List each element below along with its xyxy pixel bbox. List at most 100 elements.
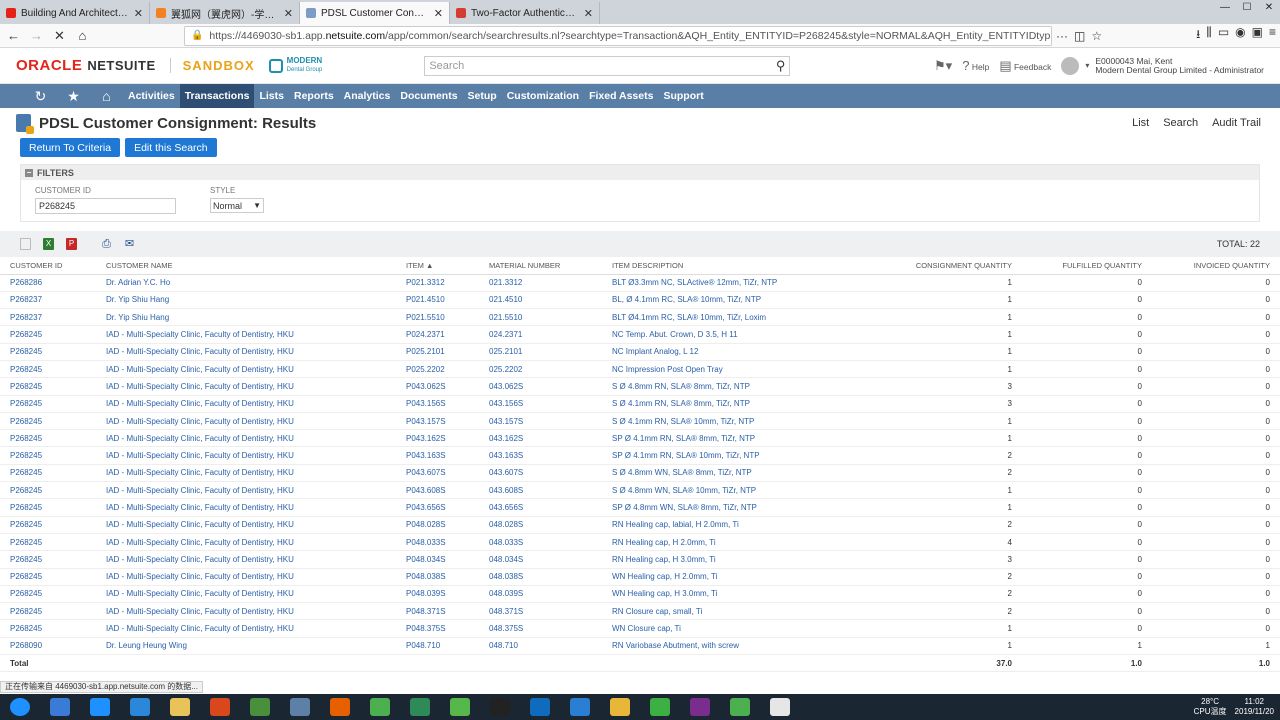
table-row[interactable]: P268245 IAD - Multi-Specialty Clinic, Fac… [0, 533, 1280, 552]
table-cell[interactable]: P268245 [0, 325, 106, 344]
table-cell[interactable]: IAD - Multi-Specialty Clinic, Faculty of… [106, 585, 406, 604]
menu-item-analytics[interactable]: Analytics [339, 84, 396, 108]
table-cell[interactable]: RN Healing cap, H 2.0mm, Ti [612, 533, 862, 552]
minimize-icon[interactable]: — [1214, 0, 1236, 14]
table-cell[interactable]: P268286 [0, 274, 106, 292]
table-cell[interactable]: P043.157S [406, 412, 489, 431]
table-cell[interactable]: RN Healing cap, labial, H 2.0mm, Ti [612, 516, 862, 534]
sidebar-icon[interactable]: ▭ [1218, 25, 1229, 46]
close-window-icon[interactable]: ✕ [1258, 0, 1280, 14]
table-cell[interactable]: NC Implant Analog, L 12 [612, 343, 862, 361]
table-cell[interactable]: P268245 [0, 377, 106, 396]
table-cell[interactable]: IAD - Multi-Specialty Clinic, Faculty of… [106, 516, 406, 534]
column-header[interactable]: ITEM DESCRIPTION [612, 257, 862, 275]
table-cell[interactable]: P268245 [0, 464, 106, 483]
table-cell[interactable]: P268245 [0, 343, 106, 361]
table-cell[interactable]: BLT Ø4.1mm RC, SLA® 10mm, TiZr, Loxim [612, 308, 862, 327]
table-cell[interactable]: P048.710 [406, 637, 489, 656]
taskbar-app-icon[interactable] [200, 694, 240, 720]
table-cell[interactable]: BL, Ø 4.1mm RC, SLA® 10mm, TiZr, NTP [612, 291, 862, 310]
pocket-icon[interactable]: ◫ [1074, 29, 1085, 43]
table-cell[interactable]: P268245 [0, 585, 106, 604]
table-cell[interactable]: NC Temp. Abut. Crown, D 3.5, H 11 [612, 325, 862, 344]
menu-item-reports[interactable]: Reports [289, 84, 339, 108]
taskbar-app-icon[interactable] [360, 694, 400, 720]
account-icon[interactable]: ◉ [1235, 25, 1245, 46]
table-cell[interactable]: Dr. Yip Shiu Hang [106, 291, 406, 310]
table-cell[interactable]: P043.156S [406, 395, 489, 413]
table-cell[interactable]: IAD - Multi-Specialty Clinic, Faculty of… [106, 446, 406, 465]
table-cell[interactable]: RN Healing cap, H 3.0mm, Ti [612, 550, 862, 569]
loading-icon[interactable]: ✕ [50, 26, 69, 46]
table-row[interactable]: P268090 Dr. Leung Heung Wing P048.710 048.7… [0, 637, 1280, 656]
recent-icon[interactable]: ↻ [24, 88, 57, 105]
url-bar[interactable]: 🔒 https://4469030-sb1.app.netsuite.com/a… [183, 25, 1052, 46]
table-cell[interactable]: P268245 [0, 568, 106, 586]
column-header[interactable]: FULFILLED QUANTITY [1014, 257, 1144, 275]
more-icon[interactable]: ··· [1056, 29, 1068, 43]
column-header[interactable]: CUSTOMER NAME [106, 257, 406, 275]
browser-tab[interactable]: Building And Architecting ✕ [0, 2, 150, 24]
export-pdf-icon[interactable]: P [66, 238, 77, 250]
table-row[interactable]: P268245 IAD - Multi-Specialty Clinic, Fac… [0, 550, 1280, 569]
export-excel-icon[interactable]: X [43, 238, 54, 250]
table-cell[interactable]: NC Impression Post Open Tray [612, 360, 862, 379]
table-cell[interactable]: S Ø 4.8mm WN, SLA® 8mm, TiZr, NTP [612, 464, 862, 483]
taskbar-app-icon[interactable] [760, 694, 800, 720]
table-cell[interactable]: P268245 [0, 481, 106, 500]
style-select[interactable]: Normal ▼ [210, 198, 264, 213]
table-cell[interactable]: P043.607S [406, 464, 489, 483]
table-cell[interactable]: IAD - Multi-Specialty Clinic, Faculty of… [106, 602, 406, 621]
table-cell[interactable]: IAD - Multi-Specialty Clinic, Faculty of… [106, 481, 406, 500]
taskbar-app-icon[interactable] [320, 694, 360, 720]
table-row[interactable]: P268245 IAD - Multi-Specialty Clinic, Fac… [0, 498, 1280, 517]
table-cell[interactable]: S Ø 4.1mm RN, SLA® 10mm, TiZr, NTP [612, 412, 862, 431]
filters-header[interactable]: − FILTERS [21, 165, 1259, 180]
taskbar-app-icon[interactable] [600, 694, 640, 720]
customer-id-input[interactable]: P268245 [35, 198, 176, 214]
table-cell[interactable]: 021.5510 [489, 308, 612, 327]
column-header[interactable]: MATERIAL NUMBER [489, 257, 612, 275]
table-cell[interactable]: IAD - Multi-Specialty Clinic, Faculty of… [106, 360, 406, 379]
table-cell[interactable]: RN Variobase Abutment, with screw [612, 637, 862, 656]
table-cell[interactable]: S Ø 4.8mm RN, SLA® 8mm, TiZr, NTP [612, 377, 862, 396]
menu-icon[interactable]: ≡ [1269, 25, 1276, 46]
table-cell[interactable]: P043.656S [406, 498, 489, 517]
table-cell[interactable]: P048.371S [406, 602, 489, 621]
table-cell[interactable]: P048.033S [406, 533, 489, 552]
table-cell[interactable]: P043.608S [406, 481, 489, 500]
table-cell[interactable]: 048.034S [489, 550, 612, 569]
user-menu[interactable]: ▾ E0000043 Mai, Kent Modern Dental Group … [1061, 56, 1264, 75]
table-cell[interactable]: IAD - Multi-Specialty Clinic, Faculty of… [106, 325, 406, 344]
table-cell[interactable]: P268245 [0, 446, 106, 465]
table-row[interactable]: P268245 IAD - Multi-Specialty Clinic, Fac… [0, 568, 1280, 586]
table-cell[interactable]: P021.3312 [406, 274, 489, 292]
table-row[interactable]: P268245 IAD - Multi-Specialty Clinic, Fac… [0, 619, 1280, 638]
table-cell[interactable]: P268245 [0, 412, 106, 431]
close-tab-icon[interactable]: ✕ [134, 7, 143, 20]
table-cell[interactable]: 048.028S [489, 516, 612, 534]
table-cell[interactable]: P268245 [0, 602, 106, 621]
menu-item-activities[interactable]: Activities [123, 84, 180, 108]
browser-tab[interactable]: Two-Factor Authentication f ✕ [450, 2, 600, 24]
menu-item-documents[interactable]: Documents [395, 84, 462, 108]
weather-widget[interactable]: 28°C CPU温度 [1194, 697, 1227, 717]
table-cell[interactable]: P021.5510 [406, 308, 489, 327]
start-button[interactable] [0, 694, 40, 720]
taskbar-app-icon[interactable] [240, 694, 280, 720]
column-header[interactable]: CONSIGNMENT QUANTITY [862, 257, 1014, 275]
table-cell[interactable]: 048.033S [489, 533, 612, 552]
table-cell[interactable]: P268245 [0, 395, 106, 413]
recent-records-icon[interactable]: ⚑▾ [934, 58, 952, 74]
table-cell[interactable]: P025.2202 [406, 360, 489, 379]
forward-icon[interactable]: → [27, 26, 46, 46]
table-cell[interactable]: SP Ø 4.8mm WN, SLA® 8mm, TiZr, NTP [612, 498, 862, 517]
table-row[interactable]: P268245 IAD - Multi-Specialty Clinic, Fac… [0, 602, 1280, 621]
taskbar-app-icon[interactable] [720, 694, 760, 720]
table-row[interactable]: P268245 IAD - Multi-Specialty Clinic, Fac… [0, 516, 1280, 534]
table-cell[interactable]: SP Ø 4.1mm RN, SLA® 8mm, TiZr, NTP [612, 429, 862, 448]
bookmark-star-icon[interactable]: ☆ [1091, 29, 1102, 43]
page-link-search[interactable]: Search [1163, 117, 1198, 129]
export-csv-icon[interactable] [20, 238, 31, 250]
table-row[interactable]: P268245 IAD - Multi-Specialty Clinic, Fac… [0, 360, 1280, 379]
